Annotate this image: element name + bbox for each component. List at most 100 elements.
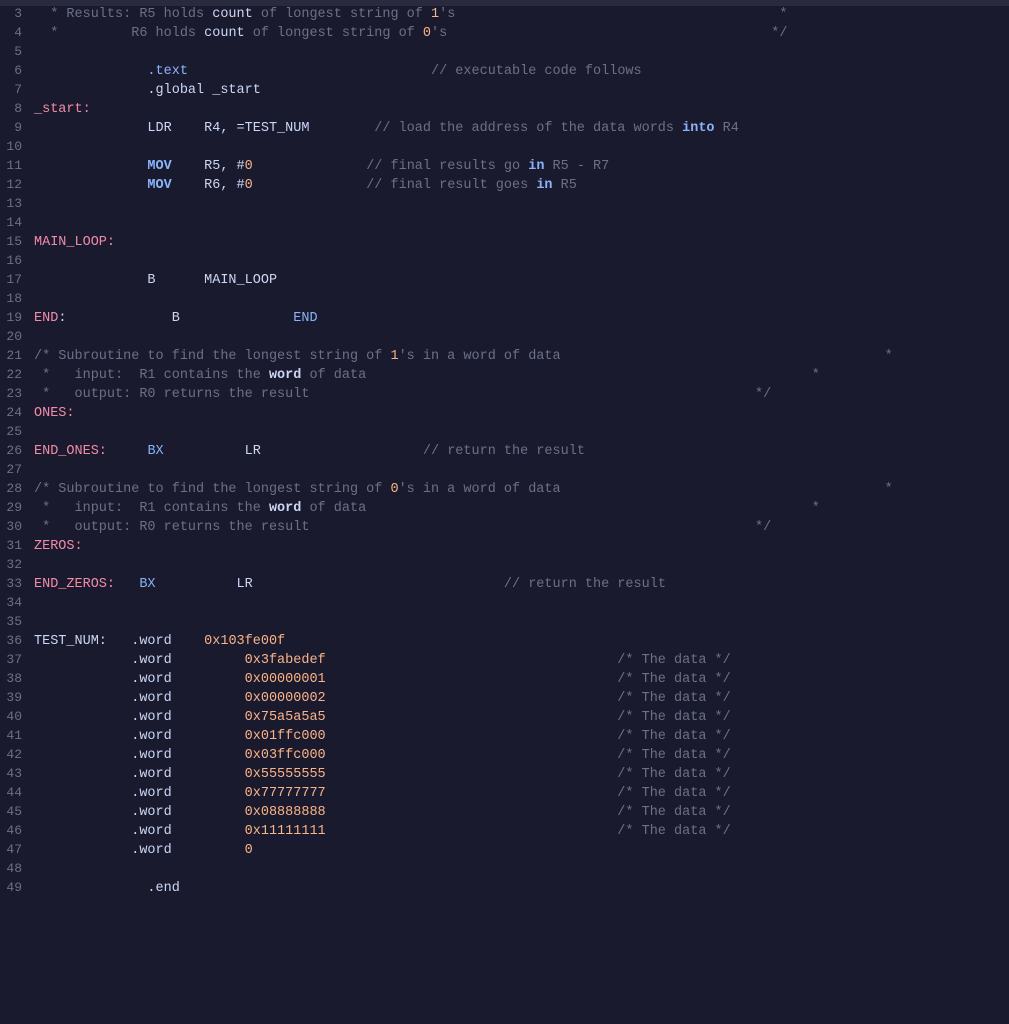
line-number: 5 bbox=[4, 44, 34, 59]
line-content: TEST_NUM: .word 0x103fe00f bbox=[34, 634, 1005, 649]
token: * bbox=[366, 501, 820, 516]
token: R4 bbox=[715, 121, 739, 136]
line-content: .word 0x08888888 /* The data */ bbox=[34, 805, 1005, 820]
token: */ bbox=[309, 520, 771, 535]
code-line: 11 MOV R5, #0 // final results go in R5 … bbox=[0, 158, 1009, 177]
line-number: 23 bbox=[4, 386, 34, 401]
token: 's in a word of data bbox=[399, 482, 561, 497]
line-content: END_ZEROS: BX LR // return the result bbox=[34, 577, 1005, 592]
code-line: 29 * input: R1 contains the word of data… bbox=[0, 500, 1009, 519]
token: of data bbox=[301, 501, 366, 516]
token: * input: R1 contains the bbox=[34, 501, 269, 516]
line-number: 20 bbox=[4, 329, 34, 344]
code-line: 6 .text // executable code follows bbox=[0, 63, 1009, 82]
line-content bbox=[34, 615, 1005, 630]
token: .word bbox=[34, 653, 245, 668]
line-number: 25 bbox=[4, 424, 34, 439]
code-line: 25 bbox=[0, 424, 1009, 443]
token bbox=[34, 159, 147, 174]
line-content bbox=[34, 463, 1005, 478]
token: 0 bbox=[245, 843, 253, 858]
token: .word bbox=[34, 767, 245, 782]
line-number: 45 bbox=[4, 804, 34, 819]
line-number: 29 bbox=[4, 500, 34, 515]
token: /* The data */ bbox=[326, 805, 731, 820]
token: R5, # bbox=[172, 159, 245, 174]
line-content: .word 0x03ffc000 /* The data */ bbox=[34, 748, 1005, 763]
line-number: 48 bbox=[4, 861, 34, 876]
token: 0x103fe00f bbox=[204, 634, 285, 649]
code-line: 37 .word 0x3fabedef /* The data */ bbox=[0, 652, 1009, 671]
code-line: 27 bbox=[0, 462, 1009, 481]
line-content: LDR R4, =TEST_NUM // load the address of… bbox=[34, 121, 1005, 136]
token: */ bbox=[447, 26, 787, 41]
line-content: * R6 holds count of longest string of 0'… bbox=[34, 26, 1005, 41]
line-number: 35 bbox=[4, 614, 34, 629]
token: .word bbox=[34, 729, 245, 744]
token: /* The data */ bbox=[326, 748, 731, 763]
token: /* The data */ bbox=[326, 691, 731, 706]
line-number: 17 bbox=[4, 272, 34, 287]
code-line: 31ZEROS: bbox=[0, 538, 1009, 557]
line-content: .word 0x77777777 /* The data */ bbox=[34, 786, 1005, 801]
token: R5 - R7 bbox=[544, 159, 609, 174]
code-line: 39 .word 0x00000002 /* The data */ bbox=[0, 690, 1009, 709]
token: // final result goes bbox=[366, 178, 536, 193]
token: .word bbox=[34, 805, 245, 820]
token: 0x75a5a5a5 bbox=[245, 710, 326, 725]
line-number: 14 bbox=[4, 215, 34, 230]
token: 0x3fabedef bbox=[245, 653, 326, 668]
token: R6, # bbox=[172, 178, 245, 193]
code-line: 35 bbox=[0, 614, 1009, 633]
code-line: 47 .word 0 bbox=[0, 842, 1009, 861]
code-line: 49 .end bbox=[0, 880, 1009, 899]
code-line: 46 .word 0x11111111 /* The data */ bbox=[0, 823, 1009, 842]
token: LR bbox=[164, 444, 423, 459]
token: * Results: R5 holds bbox=[34, 7, 212, 22]
token: /* The data */ bbox=[326, 710, 731, 725]
line-number: 26 bbox=[4, 443, 34, 458]
token: .global _start bbox=[34, 83, 261, 98]
line-content: * output: R0 returns the result */ bbox=[34, 387, 1005, 402]
line-number: 49 bbox=[4, 880, 34, 895]
line-content: .word 0 bbox=[34, 843, 1005, 858]
code-line: 20 bbox=[0, 329, 1009, 348]
token: * output: R0 returns the result bbox=[34, 520, 309, 535]
token: of longest string of bbox=[245, 26, 423, 41]
token: LR bbox=[156, 577, 504, 592]
code-line: 42 .word 0x03ffc000 /* The data */ bbox=[0, 747, 1009, 766]
code-line: 13 bbox=[0, 196, 1009, 215]
code-line: 19END: B END bbox=[0, 310, 1009, 329]
token: // return the result bbox=[504, 577, 666, 592]
line-number: 18 bbox=[4, 291, 34, 306]
line-number: 15 bbox=[4, 234, 34, 249]
token: 0x77777777 bbox=[245, 786, 326, 801]
line-number: 24 bbox=[4, 405, 34, 420]
token bbox=[123, 577, 139, 592]
line-content bbox=[34, 558, 1005, 573]
code-line: 9 LDR R4, =TEST_NUM // load the address … bbox=[0, 120, 1009, 139]
token: count bbox=[212, 7, 253, 22]
token: /* The data */ bbox=[326, 767, 731, 782]
line-number: 44 bbox=[4, 785, 34, 800]
line-content: MAIN_LOOP: bbox=[34, 235, 1005, 250]
code-line: 45 .word 0x08888888 /* The data */ bbox=[0, 804, 1009, 823]
token: _start: bbox=[34, 102, 91, 117]
code-line: 48 bbox=[0, 861, 1009, 880]
token: 0 bbox=[245, 159, 253, 174]
token bbox=[188, 64, 431, 79]
line-content bbox=[34, 862, 1005, 877]
line-content: B MAIN_LOOP bbox=[34, 273, 1005, 288]
token: 0 bbox=[245, 178, 253, 193]
token: LDR R4, =TEST_NUM bbox=[34, 121, 374, 136]
token: END_ZEROS: bbox=[34, 577, 123, 592]
line-content: MOV R6, #0 // final result goes in R5 bbox=[34, 178, 1005, 193]
line-number: 6 bbox=[4, 63, 34, 78]
token: * R6 holds bbox=[34, 26, 204, 41]
code-line: 21/* Subroutine to find the longest stri… bbox=[0, 348, 1009, 367]
line-content: /* Subroutine to find the longest string… bbox=[34, 482, 1005, 497]
token: of longest string of bbox=[253, 7, 431, 22]
code-line: 17 B MAIN_LOOP bbox=[0, 272, 1009, 291]
token: * bbox=[455, 7, 787, 22]
code-line: 26END_ONES: BX LR // return the result bbox=[0, 443, 1009, 462]
